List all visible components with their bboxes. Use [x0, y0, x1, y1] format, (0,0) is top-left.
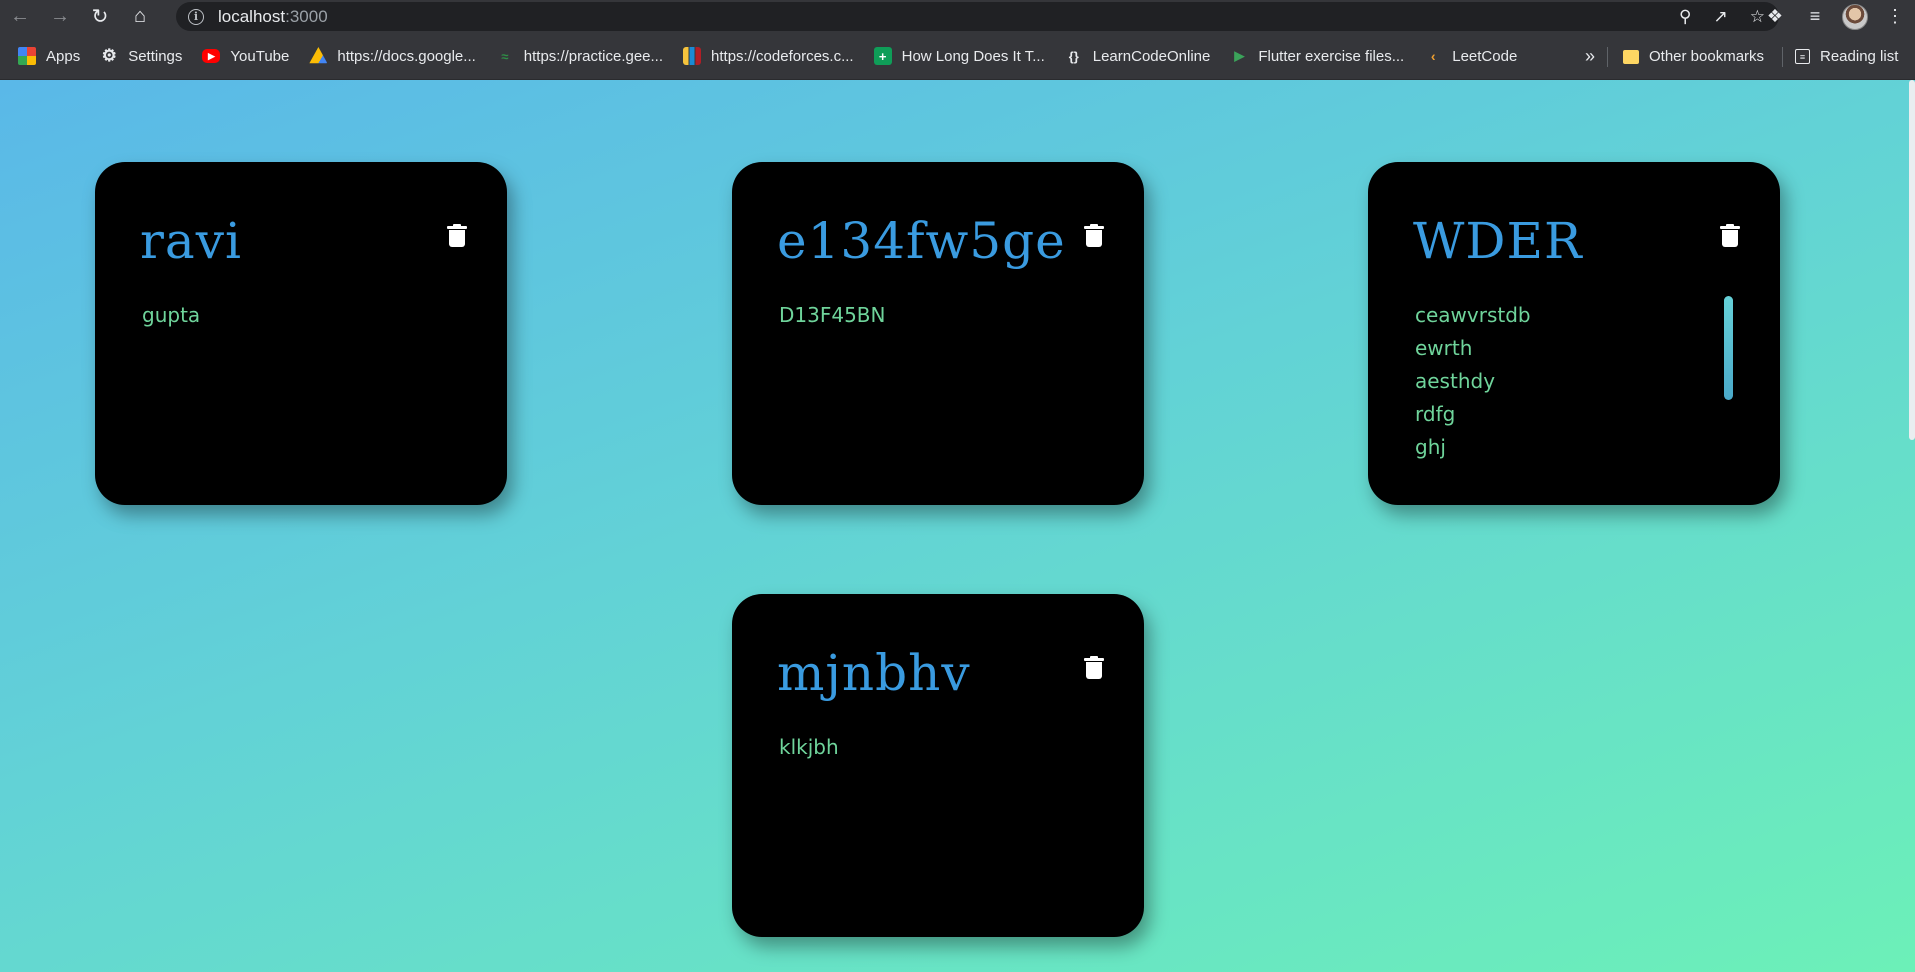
address-bar[interactable]: i localhost:3000 ⚲ ↗ ☆ [176, 2, 1779, 31]
bookmark-geeksforgeeks[interactable]: ≈ https://practice.gee... [496, 47, 663, 65]
extensions-icon[interactable]: ❖ [1755, 6, 1795, 27]
codeforces-icon [683, 47, 702, 65]
note-card: WDER ceawvrstdb ewrth aesthdy rdfg ghj [1368, 162, 1780, 505]
site-info-icon[interactable]: i [188, 8, 204, 25]
browser-toolbar: ← → ↻ ⌂ i localhost:3000 ⚲ ↗ ☆ ❖ ≡ ⋮ [0, 0, 1915, 33]
trash-icon[interactable] [447, 224, 467, 248]
braces-icon: {} [1068, 48, 1079, 64]
back-icon[interactable]: ← [0, 0, 40, 33]
note-title: WDER [1413, 212, 1583, 270]
note-content[interactable]: ceawvrstdb ewrth aesthdy rdfg ghj [1415, 299, 1715, 464]
note-scrollbar[interactable] [1724, 296, 1733, 400]
bookmark-codeforces[interactable]: https://codeforces.c... [683, 47, 854, 65]
bookmark-learncodeonline[interactable]: {} LearnCodeOnline [1065, 47, 1211, 65]
note-content: D13F45BN [779, 299, 1079, 332]
note-card: e134fw5ge D13F45BN [732, 162, 1144, 505]
google-drive-icon [309, 47, 328, 64]
share-icon[interactable]: ↗ [1714, 7, 1728, 27]
play-icon: ▶ [1234, 48, 1245, 63]
home-icon[interactable]: ⌂ [120, 0, 160, 33]
bookmark-google-docs[interactable]: https://docs.google... [309, 47, 476, 65]
youtube-icon: ▶ [202, 49, 221, 63]
bookmark-flutter[interactable]: ▶ Flutter exercise files... [1230, 47, 1404, 65]
other-bookmarks[interactable]: Other bookmarks [1623, 33, 1764, 80]
note-line: rdfg [1415, 402, 1456, 426]
sheets-icon: + [873, 47, 892, 65]
forward-icon[interactable]: → [40, 0, 80, 33]
bookmark-how-long[interactable]: + How Long Does It T... [873, 47, 1045, 65]
note-line: aesthdy [1415, 369, 1496, 393]
profile-avatar[interactable] [1835, 3, 1875, 30]
notes-page: ravi gupta e134fw5ge D13F45BN WDER ceawv… [0, 80, 1915, 972]
bookmarks-divider [1607, 47, 1608, 67]
folder-icon [1623, 49, 1639, 64]
note-title: ravi [140, 212, 242, 270]
bookmarks-bar: Apps ⚙ Settings ▶ YouTube https://docs.g… [0, 33, 1915, 80]
note-card: mjnbhv klkjbh [732, 594, 1144, 937]
bookmark-settings[interactable]: ⚙ Settings [100, 46, 183, 65]
reading-list-icon: ≡ [1795, 49, 1810, 64]
trash-icon[interactable] [1720, 224, 1740, 248]
note-line: ewrth [1415, 336, 1473, 360]
note-line: klkjbh [779, 735, 839, 759]
note-line: ceawvrstdb [1415, 303, 1531, 327]
note-title: mjnbhv [777, 644, 971, 702]
note-title: e134fw5ge [777, 212, 1066, 270]
bookmark-apps[interactable]: Apps [18, 47, 80, 65]
apps-grid-icon [18, 47, 36, 65]
reload-icon[interactable]: ↻ [80, 0, 120, 33]
note-content: klkjbh [779, 731, 1079, 764]
trash-icon[interactable] [1084, 656, 1104, 680]
zoom-icon[interactable]: ⚲ [1679, 7, 1691, 27]
trash-icon[interactable] [1084, 224, 1104, 248]
bookmark-leetcode[interactable]: ‹ LeetCode [1424, 47, 1517, 65]
bookmarks-overflow-icon[interactable]: » [1585, 33, 1595, 80]
note-line: gupta [142, 303, 201, 327]
reading-list[interactable]: ≡ Reading list [1795, 33, 1898, 80]
media-queue-icon[interactable]: ≡ [1795, 6, 1835, 27]
note-line: ghj [1415, 435, 1446, 459]
url-text[interactable]: localhost:3000 [218, 7, 328, 27]
page-scrollbar[interactable] [1909, 80, 1915, 440]
bookmarks-divider [1782, 47, 1783, 67]
menu-icon[interactable]: ⋮ [1875, 6, 1915, 27]
bookmark-youtube[interactable]: ▶ YouTube [202, 48, 289, 65]
note-card: ravi gupta [95, 162, 507, 505]
note-content: gupta [142, 299, 442, 332]
note-line: D13F45BN [779, 303, 886, 327]
leetcode-icon: ‹ [1430, 48, 1436, 64]
geeksforgeeks-icon: ≈ [501, 48, 509, 64]
gear-icon: ⚙ [101, 46, 117, 65]
